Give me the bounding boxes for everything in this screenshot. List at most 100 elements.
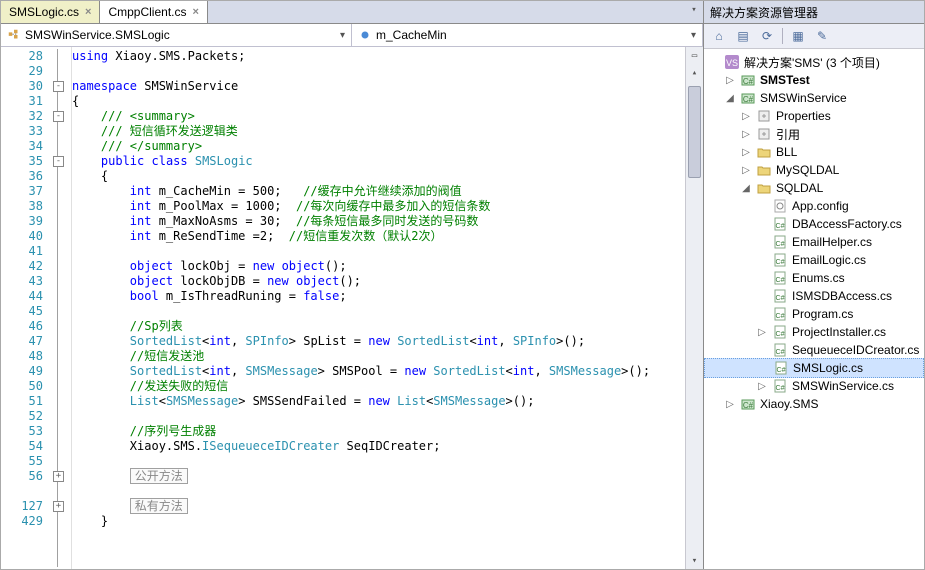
solution-icon: VS: [724, 55, 740, 69]
svg-text:C#: C#: [743, 401, 754, 410]
svg-text:C#: C#: [776, 385, 785, 392]
tree-node[interactable]: C# SequeueceIDCreator.cs: [704, 341, 924, 359]
svg-text:C#: C#: [743, 95, 754, 104]
tree-node[interactable]: C#EmailLogic.cs: [704, 251, 924, 269]
csharp-file-icon: C#: [772, 217, 788, 231]
tree-node[interactable]: VS 解决方案'SMS' (3 个项目): [704, 53, 924, 71]
tree-label: MySQLDAL: [776, 163, 839, 177]
tree-label: Xiaoy.SMS: [760, 397, 818, 411]
tree-label: SQLDAL: [776, 181, 823, 195]
svg-text:C#: C#: [777, 367, 786, 374]
close-icon[interactable]: ×: [193, 6, 199, 18]
csharp-file-icon: C#: [773, 361, 789, 375]
editor-pane: SMSLogic.cs×CmppClient.cs× ▾ SMSWinServic…: [1, 1, 703, 569]
tree-node[interactable]: ▷ BLL: [704, 143, 924, 161]
collapse-icon[interactable]: ◢: [740, 183, 752, 194]
expand-icon[interactable]: ▷: [740, 165, 752, 176]
csharp-file-icon: C#: [772, 379, 788, 393]
tree-node[interactable]: ▷ C# Xiaoy.SMS: [704, 395, 924, 413]
expand-icon[interactable]: ▷: [724, 75, 736, 86]
code-text[interactable]: using Xiaoy.SMS.Packets; namespace SMSWi…: [72, 47, 685, 569]
csharp-file-icon: C#: [772, 325, 788, 339]
svg-text:C#: C#: [776, 349, 785, 356]
solution-tree: VS解决方案'SMS' (3 个项目)▷C#SMSTest◢C#SMSWinSe…: [704, 49, 924, 569]
svg-text:C#: C#: [776, 331, 785, 338]
svg-text:C#: C#: [776, 241, 785, 248]
expand-icon[interactable]: ▷: [756, 327, 768, 338]
view-code-button[interactable]: ✎: [813, 27, 831, 45]
tree-node[interactable]: ◢ C# SMSWinService: [704, 89, 924, 107]
tree-label: Enums.cs: [792, 271, 845, 285]
vertical-scrollbar[interactable]: ▭ ▴ ▾: [685, 47, 703, 569]
references-icon: [756, 127, 772, 141]
project-icon: C#: [740, 73, 756, 87]
expand-region-icon[interactable]: +: [53, 471, 64, 482]
expand-region-icon[interactable]: +: [53, 501, 64, 512]
csharp-file-icon: C#: [772, 307, 788, 321]
tree-label: SMSWinService: [760, 91, 847, 105]
refresh-button[interactable]: ⟳: [758, 27, 776, 45]
tree-label: 解决方案'SMS' (3 个项目): [744, 54, 880, 71]
tree-node[interactable]: C# Enums.cs: [704, 269, 924, 287]
tree-node[interactable]: App.config: [704, 197, 924, 215]
active-files-dropdown[interactable]: ▾: [685, 1, 703, 18]
expand-icon[interactable]: ▷: [740, 129, 752, 140]
expand-icon[interactable]: ▷: [724, 399, 736, 410]
class-icon: [7, 28, 21, 42]
collapse-region-icon[interactable]: -: [53, 111, 64, 122]
tree-label: SequeueceIDCreator.cs: [792, 343, 919, 357]
tree-node[interactable]: ▷ C# SMSWinService.cs: [704, 377, 924, 395]
expand-icon[interactable]: ▷: [740, 111, 752, 122]
tree-node[interactable]: ▷ 引用: [704, 125, 924, 143]
tree-label: 引用: [776, 126, 800, 143]
expand-icon[interactable]: ▷: [740, 147, 752, 158]
collapse-icon[interactable]: ◢: [724, 93, 736, 104]
tree-node[interactable]: ▷ MySQLDAL: [704, 161, 924, 179]
csharp-file-icon: C#: [772, 235, 788, 249]
document-tab[interactable]: CmppClient.cs×: [100, 1, 207, 23]
folder-icon: [756, 181, 772, 195]
split-handle[interactable]: ▭: [686, 47, 703, 64]
csharp-file-icon: C#: [772, 253, 788, 267]
tree-label: BLL: [776, 145, 797, 159]
folder-icon: [756, 145, 772, 159]
close-icon[interactable]: ×: [85, 6, 91, 18]
dropdown-arrow-icon: ▾: [691, 30, 696, 41]
csharp-file-icon: C#: [772, 271, 788, 285]
scroll-up-button[interactable]: ▴: [686, 64, 703, 81]
tree-label: SMSTest: [760, 73, 810, 87]
member-name: m_CacheMin: [376, 28, 447, 42]
dropdown-arrow-icon: ▾: [340, 30, 345, 41]
tree-label: ProjectInstaller.cs: [792, 325, 886, 339]
tree-label: App.config: [792, 199, 849, 213]
show-all-button[interactable]: ▤: [734, 27, 752, 45]
navigation-bar: SMSWinService.SMSLogic ▾ m_CacheMin ▾: [1, 24, 703, 47]
document-tab[interactable]: SMSLogic.cs×: [1, 1, 100, 23]
tree-node[interactable]: C#ISMSDBAccess.cs: [704, 287, 924, 305]
tree-node[interactable]: C# EmailHelper.cs: [704, 233, 924, 251]
svg-text:C#: C#: [776, 223, 785, 230]
tree-node[interactable]: C# Program.cs: [704, 305, 924, 323]
tree-label: Program.cs: [792, 307, 853, 321]
member-dropdown[interactable]: m_CacheMin ▾: [352, 24, 703, 46]
tree-label: SMSWinService.cs: [792, 379, 894, 393]
tree-node[interactable]: C# SMSLogic.cs: [704, 358, 924, 378]
tree-node[interactable]: C#DBAccessFactory.cs: [704, 215, 924, 233]
panel-title: 解决方案资源管理器: [704, 1, 924, 24]
tree-node[interactable]: ▷ C# SMSTest: [704, 71, 924, 89]
home-button[interactable]: ⌂: [710, 27, 728, 45]
tree-node[interactable]: ▷Properties: [704, 107, 924, 125]
tree-node[interactable]: ▷ C# ProjectInstaller.cs: [704, 323, 924, 341]
scroll-thumb[interactable]: [688, 86, 701, 178]
collapse-region-icon[interactable]: -: [53, 81, 64, 92]
svg-text:C#: C#: [776, 277, 785, 284]
expand-icon[interactable]: ▷: [756, 381, 768, 392]
collapse-region-icon[interactable]: -: [53, 156, 64, 167]
tree-label: SMSLogic.cs: [793, 361, 863, 375]
type-dropdown[interactable]: SMSWinService.SMSLogic ▾: [1, 24, 352, 46]
tree-label: EmailHelper.cs: [792, 235, 872, 249]
line-number-gutter: 2829303132333435363738394041424344454647…: [1, 47, 49, 569]
scroll-down-button[interactable]: ▾: [686, 552, 703, 569]
properties-button[interactable]: ▦: [789, 27, 807, 45]
tree-node[interactable]: ◢ SQLDAL: [704, 179, 924, 197]
